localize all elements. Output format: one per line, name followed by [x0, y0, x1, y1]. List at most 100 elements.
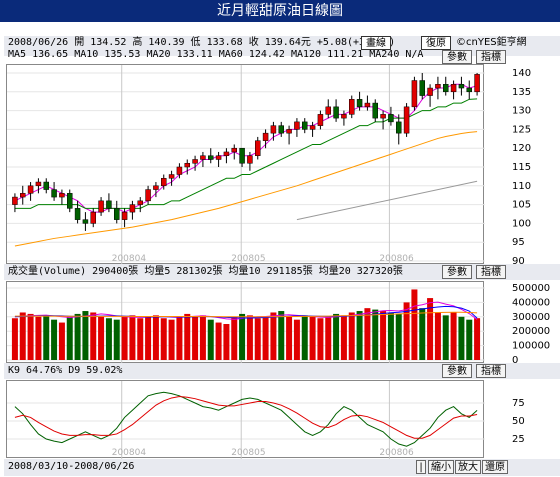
kd-panel: 200804 200805 200806: [6, 380, 485, 459]
volume-bar: [160, 318, 167, 360]
candle-body: [192, 159, 198, 164]
volume-bar: [387, 312, 394, 360]
volume-chart: [7, 282, 485, 364]
candle-body: [223, 151, 230, 156]
chart-window: 近月輕甜原油日線圖 2008/06/26 開 134.52 高 140.39 低…: [0, 0, 560, 477]
volume-bar: [246, 315, 253, 360]
candle-body: [325, 106, 331, 115]
kd-y-axis: 25 50 75: [512, 398, 525, 445]
candle-body: [247, 155, 253, 164]
candle-body: [443, 84, 449, 93]
price-summary: 2008/06/26 開 134.52 高 140.39 低 133.68 收 …: [8, 37, 396, 48]
volume-bar: [184, 313, 191, 360]
zoom-out-button[interactable]: 縮小: [428, 460, 454, 474]
volume-bar: [168, 319, 175, 360]
volume-bar: [121, 316, 128, 360]
candle-body: [262, 132, 269, 141]
y-tick-label: 105: [512, 200, 531, 211]
kd-indicator-button[interactable]: 指標: [476, 364, 506, 378]
candle-body: [145, 189, 151, 202]
candle-body: [435, 84, 441, 89]
zoom-in-button[interactable]: 放大: [455, 460, 481, 474]
volume-bar: [270, 312, 277, 360]
copyright-text: ©cnYES鉅亨網: [456, 37, 527, 48]
y-tick-label: 110: [512, 181, 531, 192]
volume-bar: [395, 313, 402, 360]
candle-body: [153, 185, 159, 190]
candle-body: [231, 147, 237, 153]
y-tick-label: 25: [512, 434, 525, 445]
ma-line-ma120: [296, 180, 478, 221]
x-tick-label: 200805: [231, 254, 265, 264]
volume-bar: [286, 316, 293, 360]
scroll-prev-button[interactable]: |: [416, 460, 426, 474]
candle-body: [364, 102, 371, 108]
volume-panel: [6, 281, 485, 364]
volume-bar: [223, 324, 230, 360]
volume-bar: [43, 315, 50, 360]
volume-indicator-button[interactable]: 指標: [476, 265, 506, 279]
candle-body: [278, 125, 284, 134]
x-tick-label: 200804: [112, 448, 147, 458]
volume-summary: 成交量(Volume) 290400張 均量5 281302張 均量10 291…: [8, 266, 403, 277]
candle-body: [380, 114, 386, 119]
candle-body: [450, 84, 457, 93]
volume-bar: [372, 309, 379, 360]
volume-bar: [90, 312, 97, 360]
y-tick-label: 100: [512, 218, 531, 229]
candle-body: [419, 80, 425, 96]
candle-body: [200, 155, 206, 160]
candle-body: [302, 121, 308, 130]
volume-bar: [419, 308, 426, 360]
volume-bar: [450, 312, 457, 360]
candle-body: [411, 80, 418, 108]
volume-bar: [309, 316, 316, 360]
y-tick-label: 400000: [512, 297, 550, 308]
y-tick-label: 500000: [512, 283, 550, 294]
volume-bar: [35, 316, 42, 360]
volume-bar: [348, 312, 355, 360]
y-tick-label: 50: [512, 416, 525, 427]
ma-line-ma60: [14, 131, 478, 247]
volume-bar: [239, 313, 246, 360]
y-tick-label: 115: [512, 162, 531, 173]
candle-body: [215, 155, 222, 160]
candle-body: [121, 211, 128, 220]
volume-bar: [192, 316, 199, 360]
candle-body: [98, 200, 104, 213]
kd-params-button[interactable]: 參數: [442, 364, 472, 378]
candle-body: [168, 174, 175, 179]
draw-line-button[interactable]: 畫線: [361, 36, 391, 50]
candle-body: [396, 121, 402, 134]
volume-bar: [356, 311, 363, 360]
candle-body: [114, 208, 120, 220]
x-tick-label: 200806: [379, 448, 414, 458]
reset-zoom-button[interactable]: 還原: [482, 460, 508, 474]
candle-body: [239, 147, 245, 164]
candle-body: [474, 74, 480, 93]
candle-body: [255, 140, 261, 156]
volume-bar: [333, 313, 340, 360]
candle-body: [208, 155, 214, 160]
candle-body: [270, 125, 277, 134]
price-indicator-button[interactable]: 指標: [476, 50, 506, 64]
volume-params-button[interactable]: 參數: [442, 265, 472, 279]
candle-body: [309, 125, 316, 130]
kd-summary: K9 64.76% D9 59.02%: [8, 365, 123, 376]
candle-body: [466, 87, 472, 93]
restore-button[interactable]: 復原: [421, 36, 451, 50]
volume-bar: [364, 308, 371, 360]
candle-body: [372, 102, 378, 119]
candle-body: [129, 204, 136, 213]
volume-bar: [82, 311, 89, 360]
y-tick-label: 140: [512, 68, 531, 79]
candle-body: [184, 162, 190, 168]
kd-line-k9: [14, 391, 478, 447]
price-panel: 200804 200805 200806: [6, 64, 485, 265]
volume-bar: [145, 316, 152, 360]
volume-bar: [129, 315, 136, 360]
volume-bar: [231, 316, 238, 360]
candle-body: [90, 211, 96, 224]
volume-bar: [215, 322, 222, 360]
price-params-button[interactable]: 參數: [442, 50, 472, 64]
